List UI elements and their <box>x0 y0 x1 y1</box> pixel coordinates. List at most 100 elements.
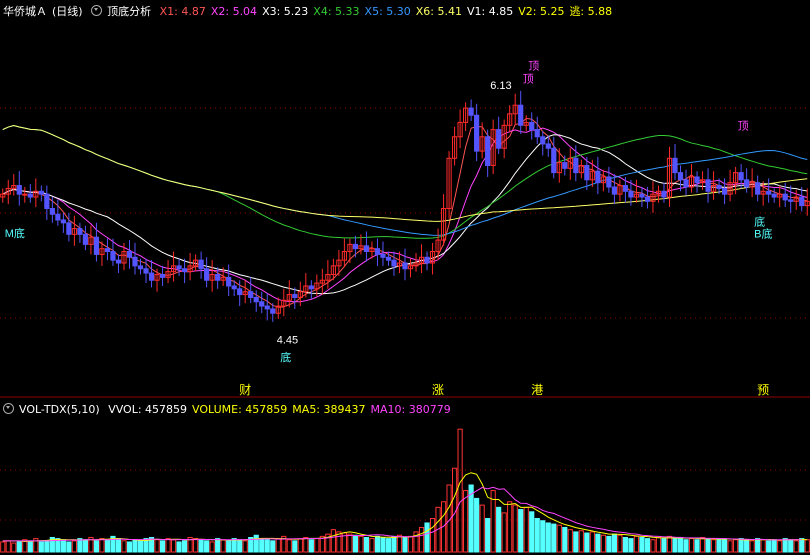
volume-bar-30 <box>165 538 171 553</box>
volume-bar-131 <box>721 539 728 553</box>
candle-body-73 <box>402 262 408 270</box>
candle-body-5 <box>27 193 33 198</box>
volume-bar-11 <box>60 539 66 553</box>
volume-bar-14 <box>77 538 83 553</box>
volume-bar-28 <box>154 539 160 553</box>
volume-bar-105 <box>578 530 584 553</box>
event-marker-1: 涨 <box>432 382 444 397</box>
volume-bar-1 <box>5 540 11 553</box>
candle-body-26 <box>143 268 149 274</box>
candle-body-88 <box>485 136 491 166</box>
volume-bar-83 <box>457 428 463 553</box>
candle-body-41 <box>226 276 232 287</box>
chart-stage: 华侨城Ａ (日线) 顶底分析 X1: 4.87 X2: 5.04 X3: 5.23 X4… <box>0 0 810 555</box>
candle-body-104 <box>573 157 579 174</box>
volume-bar-108 <box>595 533 601 553</box>
candle-body-94 <box>518 104 524 126</box>
volume-bar-102 <box>562 526 568 553</box>
volume-bar-18 <box>99 538 105 553</box>
volume-bar-100 <box>551 523 557 553</box>
candle-body-135 <box>744 179 750 188</box>
peak-price-label: 6.13 <box>490 80 511 92</box>
volume-bar-139 <box>766 540 772 553</box>
candle-body-12 <box>66 222 72 235</box>
volume-bar-120 <box>661 538 667 553</box>
volume-bar-69 <box>380 536 386 553</box>
candle-body-4 <box>22 193 28 196</box>
volume-bar-103 <box>567 529 573 553</box>
candle-body-24 <box>132 256 138 267</box>
event-marker-3: 预 <box>757 383 769 397</box>
volume-bar-77 <box>424 522 430 553</box>
volume-bar-55 <box>303 536 309 553</box>
volume-bar-72 <box>396 534 403 553</box>
volume-bar-53 <box>292 540 298 553</box>
event-marker-2: 港 <box>531 383 543 397</box>
candle-body-45 <box>248 291 254 298</box>
volume-bar-130 <box>716 538 722 553</box>
volume-bar-98 <box>540 520 546 553</box>
volume-bar-35 <box>193 538 199 553</box>
candle-body-37 <box>204 268 210 281</box>
signal-label-0: M底 <box>5 226 25 240</box>
candle-body-113 <box>622 185 629 192</box>
volume-bar-38 <box>209 541 215 553</box>
candlestick-chart[interactable]: 6.134.45M底底顶顶顶B底底财涨港预 <box>0 0 810 555</box>
candle-body-108 <box>595 170 601 184</box>
candle-body-32 <box>176 265 182 270</box>
candle-body-39 <box>215 273 221 281</box>
volume-bar-73 <box>402 536 408 553</box>
candle-body-143 <box>788 199 794 202</box>
volume-bar-46 <box>253 534 259 553</box>
candle-body-48 <box>264 305 270 310</box>
candle-body-117 <box>644 196 651 202</box>
candle-body-102 <box>562 162 568 169</box>
candle-body-122 <box>672 157 678 174</box>
volume-bar-94 <box>518 509 524 553</box>
volume-bar-125 <box>688 538 695 553</box>
volume-bar-138 <box>760 539 766 553</box>
volume-bar-12 <box>66 541 72 553</box>
candle-body-99 <box>545 143 551 149</box>
candle-body-111 <box>611 186 617 195</box>
candle-body-77 <box>424 256 430 264</box>
volume-bar-43 <box>237 539 243 553</box>
volume-bar-116 <box>639 536 645 553</box>
volume-bar-42 <box>231 538 237 553</box>
candle-body-68 <box>374 248 381 255</box>
candle-body-64 <box>352 243 359 250</box>
volume-bar-48 <box>264 539 270 553</box>
volume-bar-107 <box>589 531 595 553</box>
volume-bar-8 <box>44 540 50 553</box>
candle-body-124 <box>683 179 689 188</box>
candle-body-20 <box>110 251 116 261</box>
volume-bar-143 <box>788 539 794 553</box>
volume-bar-113 <box>622 536 629 553</box>
candle-body-114 <box>628 190 634 198</box>
volume-bar-118 <box>650 539 656 553</box>
volume-bar-5 <box>27 540 33 553</box>
volume-bar-64 <box>352 534 359 553</box>
volume-bar-63 <box>347 533 353 553</box>
signal-label-3: 顶 <box>528 59 539 72</box>
volume-bar-3 <box>16 541 22 553</box>
candle-body-123 <box>677 172 684 181</box>
candle-body-53 <box>292 294 298 298</box>
volume-bar-33 <box>181 540 188 553</box>
volume-bar-32 <box>176 541 182 553</box>
candle-body-14 <box>77 228 83 235</box>
candle-body-96 <box>529 121 535 131</box>
candle-body-120 <box>661 190 667 198</box>
volume-bar-56 <box>308 539 314 553</box>
volume-bar-132 <box>727 540 733 553</box>
candle-body-110 <box>606 176 612 188</box>
volume-bar-66 <box>363 536 370 553</box>
volume-bar-111 <box>611 533 617 553</box>
volume-bar-40 <box>220 539 226 553</box>
volume-bar-133 <box>733 539 739 553</box>
candle-body-33 <box>181 268 188 273</box>
volume-bar-54 <box>297 538 303 553</box>
candle-body-7 <box>38 190 44 195</box>
volume-bar-78 <box>429 518 436 553</box>
volume-ma5-line <box>2 472 808 543</box>
